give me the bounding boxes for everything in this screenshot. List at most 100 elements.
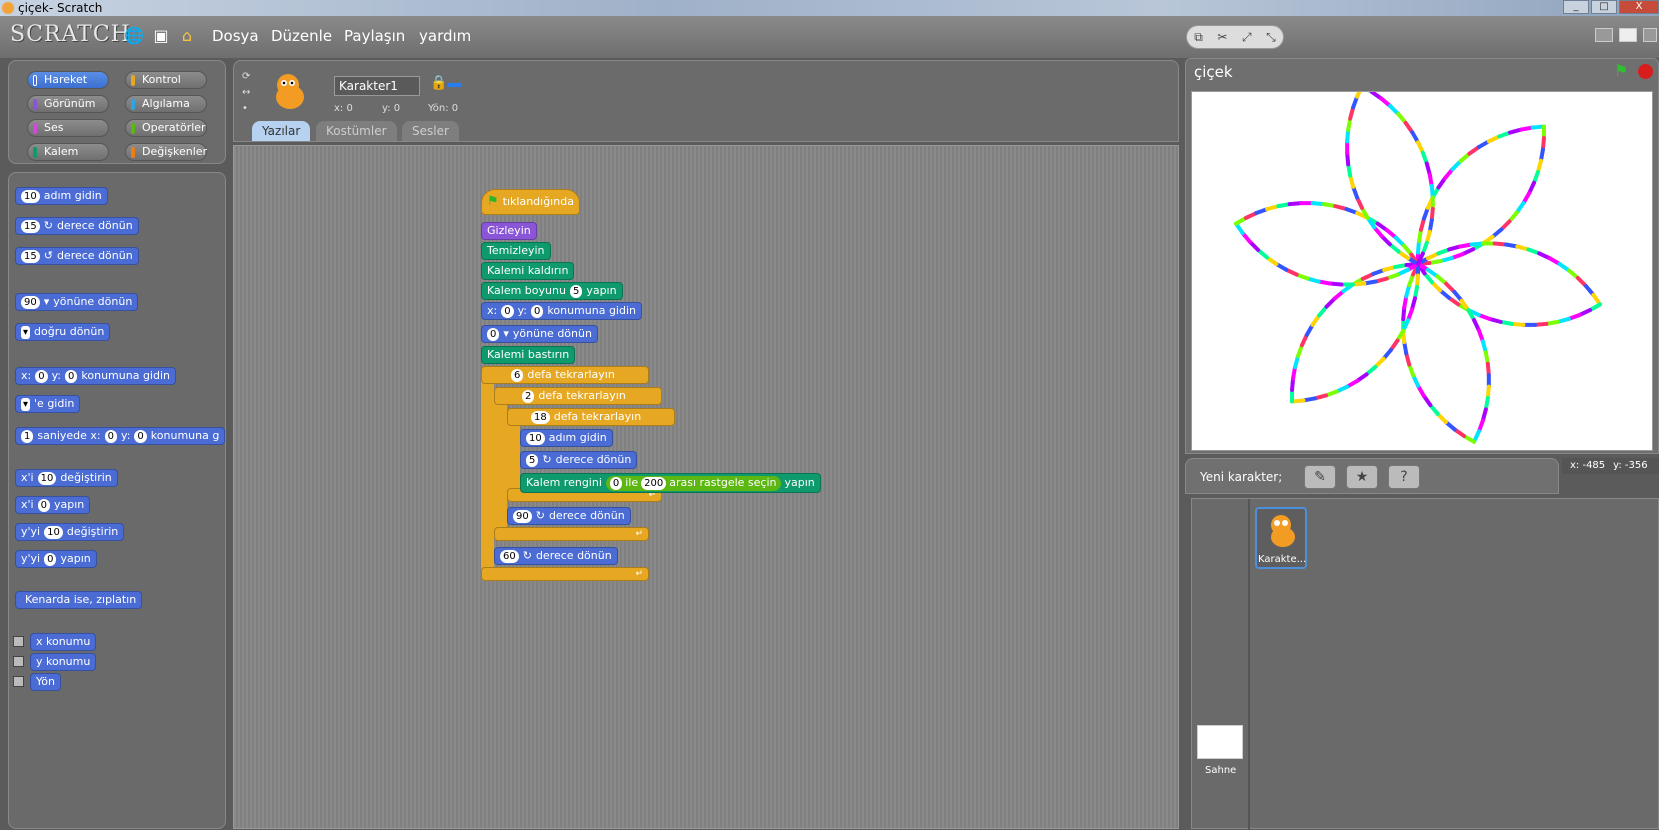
rotate-style-icon[interactable]: ⟳	[242, 71, 250, 82]
block-turn-right[interactable]: 15 ↻ derece dönün	[15, 217, 139, 235]
pick-random-operator[interactable]: 0 ile 200 arası rastgele seçin	[605, 475, 781, 491]
sprite-item[interactable]: Karakte...	[1255, 507, 1307, 569]
sprite-y: y: 0	[382, 103, 401, 114]
maximize-button[interactable]: □	[1591, 0, 1617, 14]
block-change-y[interactable]: y'yi 10 değiştirin	[15, 523, 125, 541]
block-hide[interactable]: Gizleyin	[481, 222, 537, 240]
category-pen[interactable]: Kalem	[27, 143, 109, 161]
menu-share[interactable]: Paylaşın	[344, 27, 405, 45]
folder-star-icon: ★	[1355, 469, 1369, 485]
repeat-2-end: ↵	[494, 527, 649, 541]
dropdown-arrow-icon[interactable]: ▾	[21, 397, 31, 411]
no-rotate-icon[interactable]: •	[242, 103, 248, 114]
block-change-x[interactable]: x'i 10 değiştirin	[15, 469, 118, 487]
block-pen-up[interactable]: Kalemi kaldırın	[481, 262, 575, 280]
choose-sprite-file-button[interactable]: ★	[1346, 465, 1378, 489]
stage-canvas[interactable]	[1191, 84, 1653, 451]
block-turn-90[interactable]: 90 ↻ derece dönün	[507, 507, 631, 525]
save-icon[interactable]: ▣	[152, 27, 170, 45]
window-title: çiçek- Scratch	[18, 1, 103, 15]
normal-stage-icon[interactable]	[1619, 28, 1637, 42]
title-bar: çiçek- Scratch _ □ X	[0, 0, 1659, 16]
xpos-checkbox[interactable]	[13, 636, 24, 647]
block-point-direction[interactable]: 90 ▾ yönüne dönün	[15, 293, 139, 311]
block-bounce[interactable]: Kenarda ise, zıplatın	[15, 591, 143, 609]
block-point-towards[interactable]: ▾ doğru dönün	[15, 323, 111, 341]
category-color	[131, 75, 135, 86]
category-motion[interactable]: Hareket	[27, 71, 109, 89]
block-x-position[interactable]: x konumu	[30, 633, 97, 651]
dropdown-arrow-icon: ▾	[503, 327, 509, 340]
category-variables[interactable]: Değişkenler	[125, 143, 207, 161]
category-panel: Hareket Kontrol Görünüm Algılama Ses Ope…	[8, 60, 226, 164]
block-point-direction-script[interactable]: 0 ▾ yönüne dönün	[481, 325, 598, 343]
repeat-6-arm	[481, 366, 494, 581]
menu-help[interactable]: yardım	[419, 27, 471, 45]
block-repeat-2[interactable]: 2 defa tekrarlayın	[494, 387, 662, 405]
green-flag-icon[interactable]: ⚑	[1614, 61, 1628, 80]
block-turn-5[interactable]: 5 ↻ derece dönün	[520, 451, 638, 469]
block-set-pen-size[interactable]: Kalem boyunu 5 yapın	[481, 282, 623, 300]
block-direction[interactable]: Yön	[30, 673, 61, 691]
category-color	[33, 147, 37, 158]
block-set-y[interactable]: y'yi 0 yapın	[15, 550, 97, 568]
shrink-icon[interactable]: ⤡	[1266, 30, 1276, 45]
share-icon[interactable]: ⌂	[178, 27, 196, 45]
direction-checkbox[interactable]	[13, 676, 24, 687]
pen-stroke	[1355, 84, 1364, 99]
ypos-checkbox[interactable]	[13, 656, 24, 667]
block-clear[interactable]: Temizleyin	[481, 242, 551, 260]
globe-icon[interactable]: 🌐	[124, 27, 144, 45]
block-goto-xy-script[interactable]: x: 0 y: 0 konumuna gidin	[481, 302, 642, 320]
block-set-pen-color[interactable]: Kalem rengini 0 ile 200 arası rastgele seçi…	[520, 473, 821, 493]
sprite-direction: Yön: 0	[428, 103, 459, 114]
block-when-flag-clicked[interactable]: ⚑ tıklandığında	[481, 189, 580, 215]
category-looks[interactable]: Görünüm	[27, 95, 109, 113]
tab-scripts[interactable]: Yazılar	[252, 121, 311, 141]
presentation-icon[interactable]	[1643, 28, 1657, 42]
dropdown-arrow-icon[interactable]: ▾	[21, 325, 31, 339]
scratch-app-icon	[2, 2, 14, 14]
category-sound[interactable]: Ses	[27, 119, 109, 137]
block-glide[interactable]: 1 saniyede x: 0 y: 0 konumuna g	[15, 427, 225, 445]
category-operators[interactable]: Operatörler	[125, 119, 207, 137]
script-area[interactable]: ⚑ tıklandığında Gizleyin Temizleyin Kalem…	[233, 145, 1179, 829]
dropdown-arrow-icon: ▾	[43, 295, 50, 308]
block-move-steps[interactable]: 10 adım gidin	[15, 187, 108, 205]
duplicate-icon[interactable]: ⧉	[1194, 30, 1203, 45]
category-control[interactable]: Kontrol	[125, 71, 207, 89]
block-move-steps-script[interactable]: 10 adım gidin	[520, 429, 613, 447]
block-turn-left[interactable]: 15 ↺ derece dönün	[15, 247, 139, 265]
block-turn-60[interactable]: 60 ↻ derece dönün	[494, 547, 618, 565]
grow-icon[interactable]: ⤢	[1242, 30, 1252, 45]
menu-file[interactable]: Dosya	[212, 27, 259, 45]
close-button[interactable]: X	[1619, 0, 1659, 14]
tab-costumes[interactable]: Kostümler	[316, 121, 397, 141]
block-repeat-18[interactable]: 18 defa tekrarlayın	[507, 408, 675, 426]
paint-new-sprite-button[interactable]: ✎	[1304, 465, 1336, 489]
menu-edit[interactable]: Düzenle	[271, 27, 332, 45]
block-goto[interactable]: ▾'e gidin	[15, 395, 81, 413]
paint-star-icon: ✎	[1314, 469, 1326, 485]
stage-label: Sahne	[1205, 765, 1237, 776]
block-y-position[interactable]: y konumu	[30, 653, 97, 671]
small-stage-icon[interactable]	[1595, 28, 1613, 42]
category-color	[131, 123, 135, 134]
category-sensing[interactable]: Algılama	[125, 95, 207, 113]
lock-icon[interactable]: 🔒	[430, 75, 447, 91]
block-set-x[interactable]: x'i 0 yapın	[15, 496, 91, 514]
menu-bar: SCRATCH 🌐 ▣ ⌂ Dosya Düzenle Paylaşın yar…	[0, 16, 1659, 58]
delete-icon[interactable]: ✂	[1217, 30, 1227, 44]
stage-thumbnail[interactable]	[1197, 725, 1243, 759]
sprite-name-field[interactable]: Karakter1	[334, 76, 420, 96]
block-repeat-6[interactable]: 6 defa tekrarlayın	[481, 366, 649, 384]
block-goto-xy[interactable]: x: 0 y: 0 konumuna gidin	[15, 367, 176, 385]
random-sprite-button[interactable]: ?	[1388, 465, 1420, 489]
flip-style-icon[interactable]: ↔	[242, 87, 250, 98]
block-pen-down[interactable]: Kalemi bastırın	[481, 346, 576, 364]
minimize-button[interactable]: _	[1563, 0, 1589, 14]
sprite-thumbnail-icon	[276, 74, 304, 109]
tab-sounds[interactable]: Sesler	[402, 121, 459, 141]
flower-drawing	[1233, 84, 1603, 444]
stop-icon[interactable]	[1638, 64, 1653, 79]
